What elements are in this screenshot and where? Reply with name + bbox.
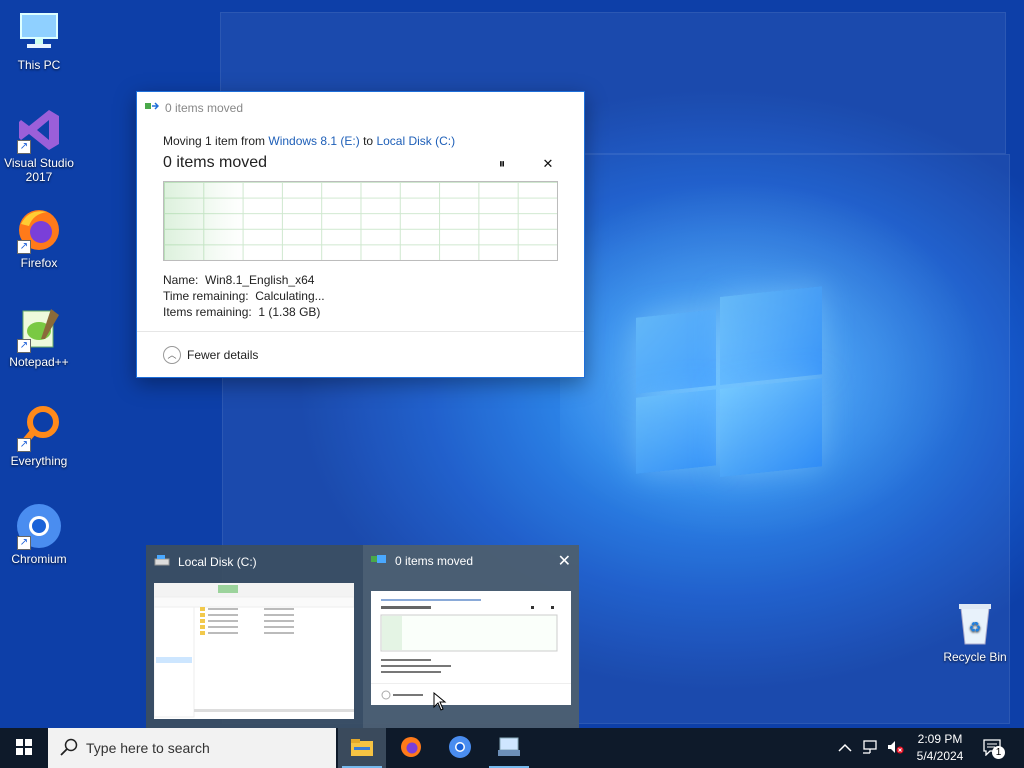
fewer-details-toggle[interactable]: ︿ Fewer details <box>163 346 258 364</box>
chevron-up-icon: ︿ <box>163 346 181 364</box>
taskbar-move-dialog[interactable] <box>485 728 533 768</box>
windows-start-icon <box>16 738 32 758</box>
transfer-speed-graph <box>163 181 558 261</box>
shortcut-arrow-icon: ↗ <box>17 140 31 154</box>
desktop-icon-visual-studio[interactable]: ↗ Visual Studio 2017 <box>0 106 78 184</box>
desktop-icon-label: Notepad++ <box>9 355 69 369</box>
shortcut-arrow-icon: ↗ <box>17 536 31 550</box>
explorer-thumbnail-title: Local Disk (C:) <box>178 554 257 569</box>
notepadpp-icon: ↗ <box>15 305 63 353</box>
to-word: to <box>363 134 374 148</box>
recycle-bin-icon: ♻ <box>951 600 999 648</box>
chromium-icon <box>448 735 472 762</box>
taskbar-search-box[interactable]: Type here to search <box>48 728 336 768</box>
items-remaining-label: Items remaining: <box>163 305 252 319</box>
shortcut-arrow-icon: ↗ <box>17 438 31 452</box>
action-center-button[interactable]: 1 <box>982 728 1005 768</box>
thumbnail-close-button[interactable]: ✕ <box>558 551 571 571</box>
search-icon <box>60 738 78 759</box>
desktop: This PC ↗ Visual Studio 2017 ↗ Firefox ↗… <box>0 0 1024 728</box>
desktop-icon-label: This PC <box>17 58 61 72</box>
name-label: Name: <box>163 273 199 287</box>
taskbar-file-explorer[interactable] <box>338 728 386 768</box>
desktop-icon-label: Everything <box>10 454 68 468</box>
taskbar: Type here to search 2:09 PM 5/4/2024 1 <box>0 728 1024 768</box>
windows-logo <box>636 278 822 488</box>
items-remaining-value: 1 (1.38 GB) <box>258 305 321 319</box>
pause-button[interactable]: ⏸ <box>494 156 510 172</box>
chevron-up-icon <box>838 741 852 756</box>
desktop-icon-label: Visual Studio 2017 <box>4 156 74 184</box>
desktop-icon-chromium[interactable]: ↗ Chromium <box>0 502 78 566</box>
transfer-details: Name: Win8.1_English_x64 Time remaining:… <box>163 272 325 320</box>
dialog-thumbnail-title: 0 items moved <box>395 553 474 568</box>
time-remaining-value: Calculating... <box>255 289 325 303</box>
firefox-icon <box>399 735 423 762</box>
destination-link[interactable]: Local Disk (C:) <box>376 134 455 148</box>
clock-date: 5/4/2024 <box>916 749 964 763</box>
desktop-icon-everything[interactable]: ↗ Everything <box>0 404 78 468</box>
thumbnail-title: 0 items moved <box>371 553 473 568</box>
desktop-icon-this-pc[interactable]: This PC <box>0 8 78 72</box>
time-remaining-label: Time remaining: <box>163 289 249 303</box>
thumbnail-explorer[interactable]: Local Disk (C:) <box>146 545 362 728</box>
volume-muted-icon <box>886 739 904 758</box>
drive-icon <box>154 553 170 570</box>
file-move-icon <box>496 736 522 761</box>
taskbar-clock[interactable]: 2:09 PM 5/4/2024 <box>906 731 974 765</box>
dialog-title: 0 items moved <box>165 100 244 115</box>
desktop-icon-firefox[interactable]: ↗ Firefox <box>0 206 78 270</box>
search-magnifier-icon: ↗ <box>15 404 63 452</box>
chromium-icon: ↗ <box>15 502 63 550</box>
svg-text:♻: ♻ <box>969 620 982 636</box>
taskbar-chromium[interactable] <box>436 728 484 768</box>
taskbar-firefox[interactable] <box>387 728 435 768</box>
file-move-icon <box>371 553 387 568</box>
dialog-preview <box>371 591 571 705</box>
notification-count-badge: 1 <box>992 745 1005 759</box>
show-hidden-icons-button[interactable] <box>838 728 852 768</box>
fewer-details-label: Fewer details <box>187 348 259 362</box>
file-move-icon <box>145 100 160 115</box>
source-link[interactable]: Windows 8.1 (E:) <box>268 134 359 148</box>
visual-studio-icon: ↗ <box>15 106 63 154</box>
clock-time: 2:09 PM <box>917 732 963 746</box>
mouse-cursor <box>433 691 447 715</box>
firefox-icon: ↗ <box>15 206 63 254</box>
file-move-dialog: 0 items moved Moving 1 item from Windows… <box>136 91 585 378</box>
folder-icon <box>350 737 374 760</box>
move-description: Moving 1 item from Windows 8.1 (E:) to L… <box>163 134 455 148</box>
explorer-preview <box>153 583 355 719</box>
desktop-icon-label: Chromium <box>11 552 67 566</box>
thumbnail-move-dialog[interactable]: 0 items moved ✕ <box>363 545 579 728</box>
moving-prefix: Moving 1 item from <box>163 134 266 148</box>
start-button[interactable] <box>0 728 48 768</box>
desktop-icon-recycle-bin[interactable]: ♻ Recycle Bin <box>936 600 1014 664</box>
progress-heading: 0 items moved <box>163 154 268 171</box>
desktop-icon-label: Recycle Bin <box>943 650 1007 664</box>
search-placeholder: Type here to search <box>86 740 210 756</box>
cancel-button[interactable]: ✕ <box>540 156 556 172</box>
shortcut-arrow-icon: ↗ <box>17 339 31 353</box>
shortcut-arrow-icon: ↗ <box>17 240 31 254</box>
desktop-icon-label: Firefox <box>20 256 58 270</box>
name-value: Win8.1_English_x64 <box>205 273 315 287</box>
notification-icon: 1 <box>982 738 1005 759</box>
network-status-button[interactable] <box>862 728 880 768</box>
computer-icon <box>15 8 63 56</box>
volume-button[interactable] <box>886 728 904 768</box>
taskbar-thumbnail-popup: Local Disk (C:) 0 items moved ✕ <box>146 545 579 728</box>
dialog-title-bar[interactable]: 0 items moved <box>145 100 243 115</box>
desktop-icon-notepadpp[interactable]: ↗ Notepad++ <box>0 305 78 369</box>
divider <box>137 331 584 332</box>
thumbnail-title: Local Disk (C:) <box>154 553 257 570</box>
network-icon <box>862 739 880 758</box>
